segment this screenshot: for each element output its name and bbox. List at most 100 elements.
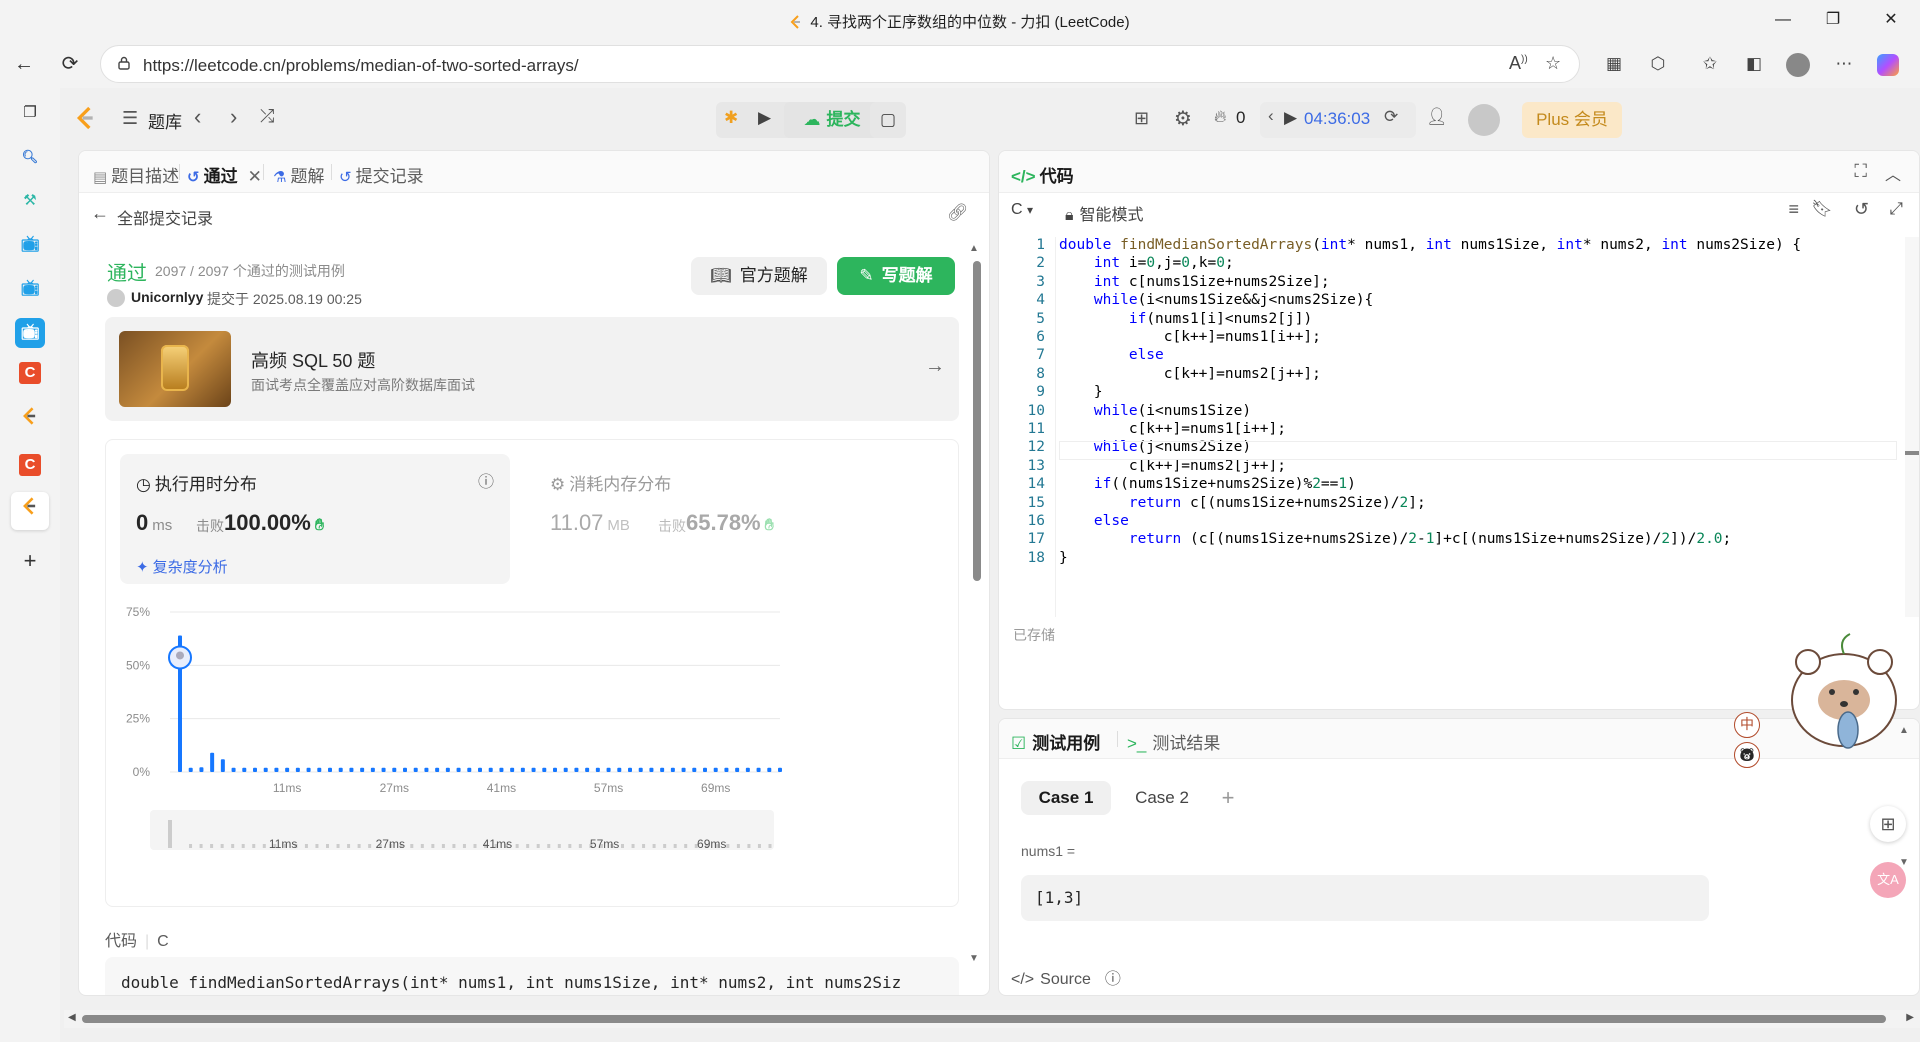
histogram-bar[interactable]: [563, 767, 568, 772]
histogram-bar[interactable]: [617, 767, 622, 772]
collections-icon[interactable]: ◧: [1738, 48, 1770, 80]
histogram-bar[interactable]: [231, 767, 236, 772]
layout-icon[interactable]: ⊞: [1134, 108, 1149, 129]
code-line[interactable]: int c[nums1Size+nums2Size];: [1059, 274, 1330, 290]
submit-button[interactable]: ☁ 提交: [784, 102, 880, 138]
smart-mode-toggle[interactable]: 🔒︎ 智能模式: [1065, 201, 1144, 225]
histogram-bar[interactable]: [488, 767, 493, 772]
histogram-bar[interactable]: [349, 767, 354, 772]
histogram-bar[interactable]: [649, 767, 654, 772]
code-line[interactable]: if(nums1[i]<nums2[j]): [1059, 311, 1312, 327]
histogram-bar[interactable]: [435, 767, 440, 772]
histogram-bar[interactable]: [638, 767, 643, 772]
code-line[interactable]: double findMedianSortedArrays(int* nums1…: [1059, 237, 1801, 253]
histogram-bar[interactable]: [370, 767, 375, 772]
timer-collapse-icon[interactable]: ‹: [1268, 106, 1274, 126]
qr-code-icon[interactable]: ▦: [1598, 48, 1630, 80]
histogram-bar[interactable]: [478, 767, 482, 772]
histogram-bar[interactable]: [692, 767, 697, 772]
share-link-icon[interactable]: 🔗︎: [947, 203, 969, 223]
case-1-tab[interactable]: Case 1: [1021, 781, 1111, 815]
bilibili-icon[interactable]: 📺︎: [15, 318, 45, 348]
tab-accepted[interactable]: ↺ 通过 ✕: [187, 162, 262, 187]
tab-testcases[interactable]: ☑ 测试用例: [1011, 729, 1100, 754]
scroll-down-icon[interactable]: ▼: [969, 953, 979, 964]
scroll-left-icon[interactable]: ◀: [68, 1012, 76, 1023]
plus-membership-button[interactable]: Plus 会员: [1522, 102, 1622, 138]
histogram-bar[interactable]: [392, 767, 397, 772]
back-arrow-icon[interactable]: ←: [91, 203, 109, 224]
memory-card-title[interactable]: ⚙ 消耗内存分布: [550, 470, 671, 495]
streak-flame-icon[interactable]: 🔥︎: [1214, 107, 1226, 127]
extensions-icon[interactable]: ⬡: [1642, 48, 1674, 80]
source-toggle[interactable]: </> Source ⓘ: [1011, 965, 1121, 989]
nums1-input[interactable]: [1,3]: [1021, 875, 1709, 921]
histogram-bar[interactable]: [413, 767, 418, 772]
histogram-bar[interactable]: [338, 767, 343, 772]
runtime-histogram[interactable]: 75% 50% 25% 0% 11ms 27ms 41ms 57ms 69ms 11ms 27ms 4…: [120, 596, 950, 896]
histogram-bar[interactable]: [681, 767, 686, 772]
histogram-bar[interactable]: [210, 752, 215, 772]
histogram-bar[interactable]: [381, 767, 386, 772]
histogram-bar[interactable]: [778, 767, 782, 772]
settings-gear-icon[interactable]: ⚙: [1174, 106, 1192, 131]
add-site-icon[interactable]: +: [15, 546, 45, 576]
format-icon[interactable]: ≡: [1788, 199, 1799, 220]
official-solution-button[interactable]: 📖︎ 官方题解: [691, 257, 827, 295]
tools-icon[interactable]: ⚒: [15, 186, 45, 216]
next-problem-icon[interactable]: ›: [230, 104, 237, 130]
mascot-face-icon[interactable]: 🐻︎: [1734, 742, 1760, 768]
histogram-bar[interactable]: [274, 767, 279, 772]
favorite-star-icon[interactable]: ☆: [1545, 53, 1561, 74]
refresh-button[interactable]: ⟳: [52, 46, 88, 82]
histogram-bar[interactable]: [660, 767, 665, 772]
expand-editor-icon[interactable]: ⤢: [1889, 199, 1903, 219]
code-line[interactable]: else: [1059, 347, 1164, 363]
maximize-button[interactable]: ❐: [1810, 0, 1856, 40]
horizontal-scrollbar[interactable]: ◀ ▶: [64, 1010, 1920, 1028]
help-icon[interactable]: ⓘ: [1105, 971, 1121, 988]
scroll-up-icon[interactable]: ▲: [969, 243, 979, 254]
code-line[interactable]: return (c[(nums1Size+nums2Size)/2-1]+c[(…: [1059, 531, 1731, 547]
histogram-bar[interactable]: [553, 767, 557, 772]
code-line[interactable]: while(i<nums1Size&&j<nums2Size){: [1059, 292, 1373, 308]
histogram-bar[interactable]: [735, 767, 740, 772]
timer-play-icon[interactable]: ▶: [1284, 108, 1297, 128]
code-line[interactable]: c[k++]=nums2[j++];: [1059, 366, 1321, 382]
invite-user-icon[interactable]: 👤︎: [1426, 107, 1448, 127]
histogram-bar[interactable]: [606, 767, 611, 772]
minimize-button[interactable]: —: [1760, 0, 1806, 40]
copilot-icon[interactable]: [1872, 48, 1904, 80]
code-tab[interactable]: </> 代码: [1011, 162, 1074, 187]
read-aloud-icon[interactable]: A)): [1509, 53, 1528, 74]
histogram-bar[interactable]: [585, 767, 590, 772]
scroll-right-icon[interactable]: ▶: [1906, 1012, 1914, 1023]
code-line[interactable]: c[k++]=nums1[i++];: [1059, 421, 1286, 437]
tab-submissions[interactable]: ↺ 提交记录: [339, 162, 424, 187]
tab-actions-icon[interactable]: ❐: [15, 98, 45, 128]
complexity-analysis-link[interactable]: ✦ 复杂度分析: [136, 556, 228, 577]
notes-icon[interactable]: ▢: [870, 102, 906, 138]
histogram-bar[interactable]: [253, 767, 257, 772]
search-icon[interactable]: 🔍︎: [15, 142, 45, 172]
language-select[interactable]: C ▾: [1011, 201, 1033, 219]
code-line[interactable]: }: [1059, 550, 1068, 566]
timer-reset-icon[interactable]: ⟳: [1384, 107, 1398, 127]
histogram-bar[interactable]: [756, 767, 761, 772]
leetcode-logo-icon[interactable]: [76, 106, 96, 130]
histogram-bar[interactable]: [403, 767, 407, 772]
author-name[interactable]: Unicornlyy: [131, 289, 203, 305]
histogram-bar[interactable]: [520, 767, 525, 772]
histogram-bar[interactable]: [306, 767, 311, 772]
bilibili-icon[interactable]: 📺︎: [15, 274, 45, 304]
all-submissions-link[interactable]: 全部提交记录: [117, 205, 213, 229]
histogram-bar[interactable]: [724, 767, 729, 772]
sql50-promo-card[interactable]: 高频 SQL 50 题 面试考点全覆盖应对高阶数据库面试 →: [105, 317, 959, 421]
histogram-bar[interactable]: [263, 767, 268, 772]
histogram-bar[interactable]: [285, 767, 290, 772]
lock-icon[interactable]: [117, 56, 131, 73]
histogram-bar[interactable]: [360, 767, 365, 772]
more-menu-icon[interactable]: ⋯: [1828, 48, 1860, 80]
code-line[interactable]: c[k++]=nums1[i++];: [1059, 329, 1321, 345]
favorites-icon[interactable]: ✩: [1694, 48, 1726, 80]
